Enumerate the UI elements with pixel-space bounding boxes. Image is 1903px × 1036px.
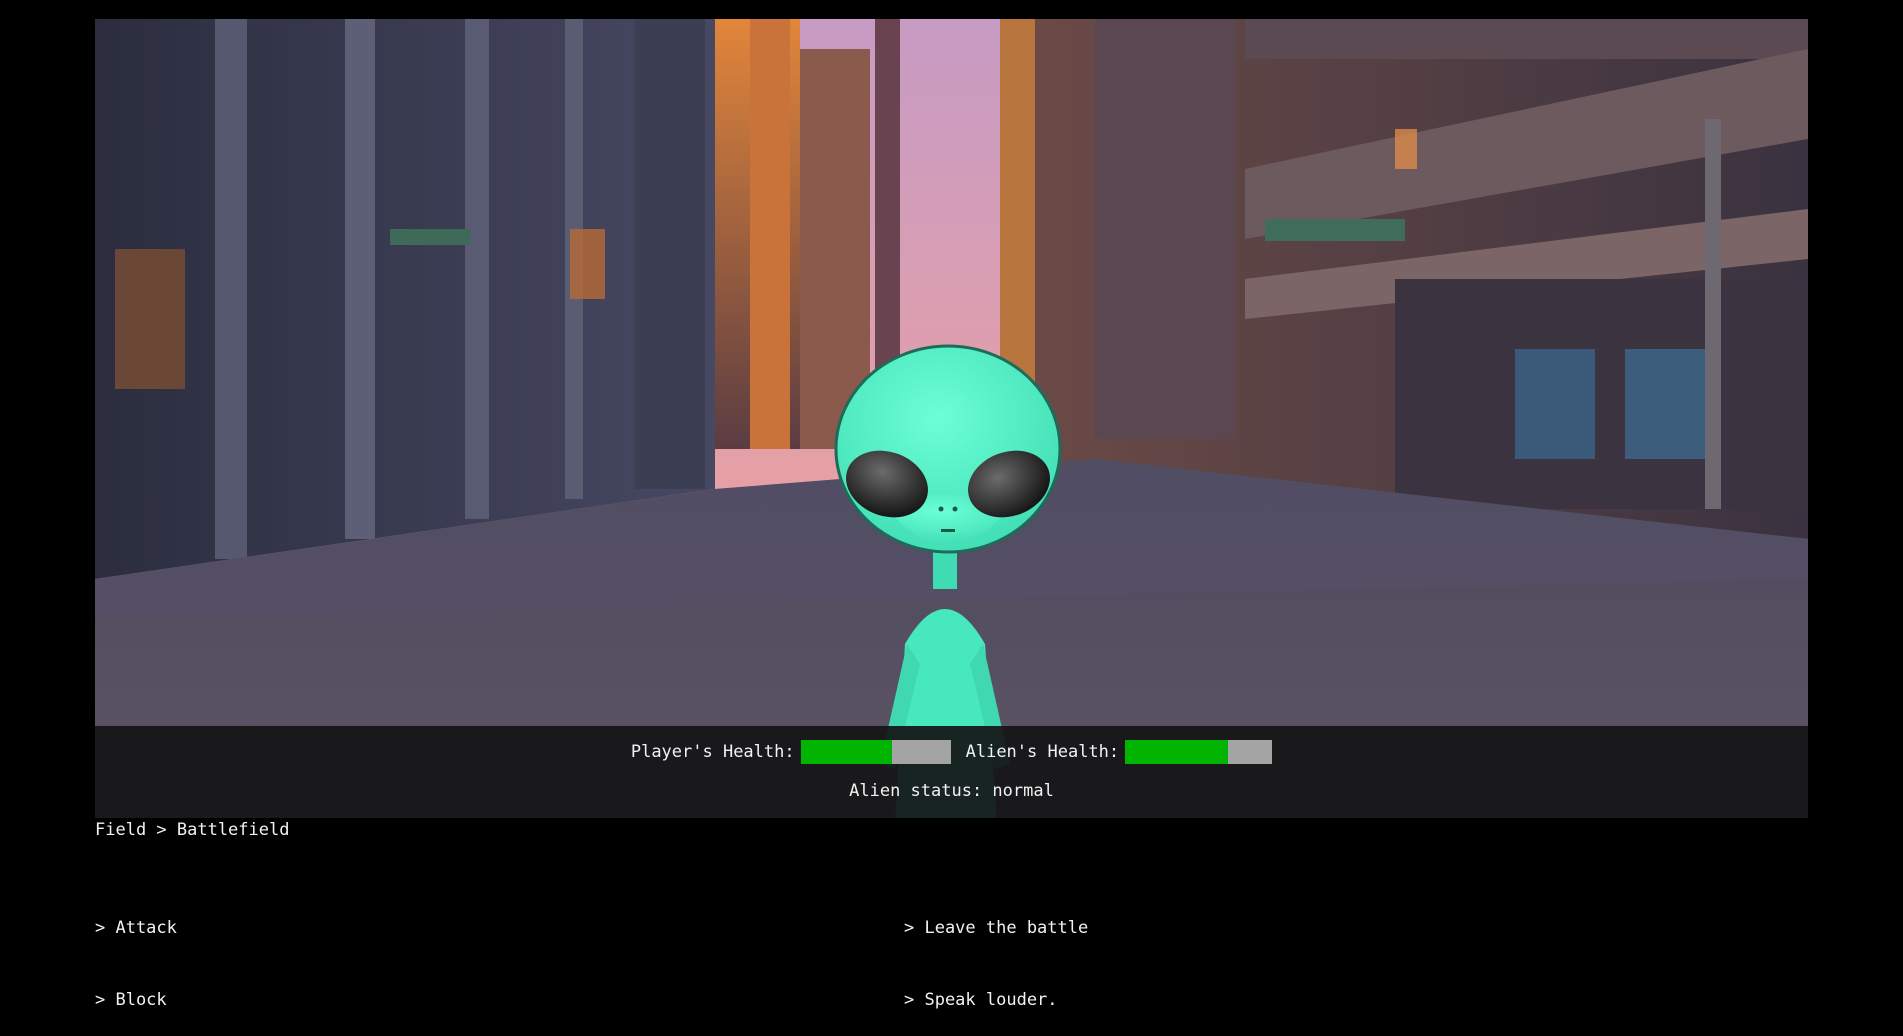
alien-status-text: Alien status: normal [849, 781, 1054, 801]
speak-louder-action[interactable]: > Speak louder. [904, 988, 1088, 1012]
player-health-label: Player's Health: [630, 742, 795, 762]
attack-action[interactable]: > Attack [95, 916, 177, 940]
alien-health-label: Alien's Health: [965, 742, 1120, 762]
hud-panel: Player's Health: Alien's Health: Alien s… [95, 726, 1808, 818]
action-list-left: > Attack > Block [95, 868, 177, 1036]
health-row: Player's Health: Alien's Health: [95, 740, 1808, 764]
action-list-right: > Leave the battle > Speak louder. [904, 868, 1088, 1036]
player-health-bar [800, 740, 951, 764]
alien-health-fill [1125, 740, 1229, 764]
battle-scene [95, 19, 1808, 818]
location-breadcrumb: Field > Battlefield [95, 820, 290, 840]
leave-battle-action[interactable]: > Leave the battle [904, 916, 1088, 940]
player-health-fill [800, 740, 893, 764]
alien-health-bar [1125, 740, 1273, 764]
block-action[interactable]: > Block [95, 988, 177, 1012]
